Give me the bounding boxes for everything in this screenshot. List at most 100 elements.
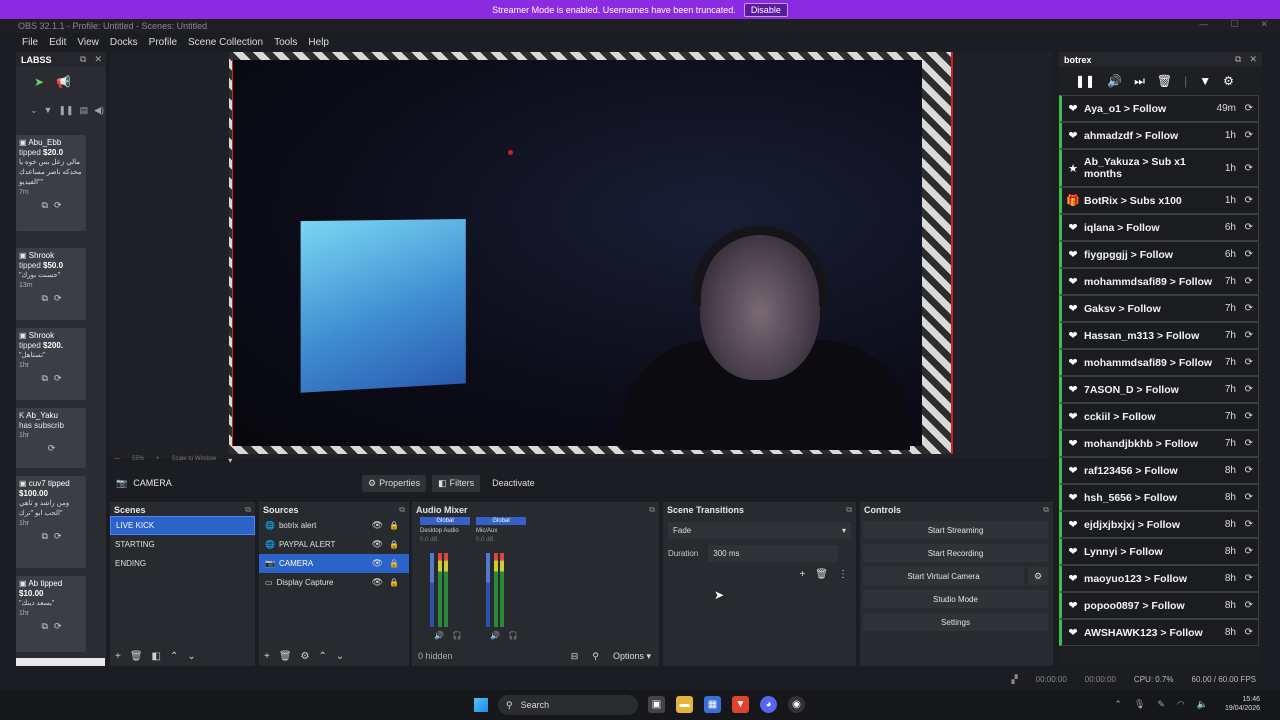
event-row[interactable]: ❤ Aya_o1 > Follow 49m ⟳: [1059, 95, 1259, 122]
event-row[interactable]: ❤ Hassan_m313 > Follow 7h ⟳: [1059, 322, 1259, 349]
replay-icon[interactable]: ⟳: [1245, 573, 1253, 584]
copy-icon[interactable]: ⧉: [42, 373, 48, 383]
menu-scene-collection[interactable]: Scene Collection: [188, 37, 263, 48]
close-dock-icon[interactable]: ✕: [1249, 54, 1257, 65]
replay-icon[interactable]: ⟳: [1245, 384, 1253, 395]
menu-edit[interactable]: Edit: [49, 37, 66, 48]
event-row[interactable]: ❤ iqlana > Follow 6h ⟳: [1059, 214, 1259, 241]
trash-icon[interactable]: 🗑: [1157, 74, 1172, 88]
event-row[interactable]: ❤ mohammdsafi89 > Follow 7h ⟳: [1059, 268, 1259, 295]
event-row[interactable]: ❤ hsh_5656 > Follow 8h ⟳: [1059, 484, 1259, 511]
scene-ending[interactable]: ENDING: [110, 554, 255, 573]
float-icon[interactable]: ⧉: [649, 505, 655, 515]
eye-icon[interactable]: 👁: [372, 520, 383, 531]
replay-icon[interactable]: ⟳: [1245, 438, 1253, 449]
event-row[interactable]: ❤ ejdjxjbxjxj > Follow 8h ⟳: [1059, 511, 1259, 538]
event-row[interactable]: ★ Ab_Yakuza > Sub x1 months 1h ⟳: [1059, 149, 1259, 187]
taskbar-search[interactable]: ⚲ Search: [498, 695, 638, 715]
event-row[interactable]: ❤ mohammdsafi89 > Follow 7h ⟳: [1059, 349, 1259, 376]
volume-icon[interactable]: ◀): [94, 105, 104, 116]
gear-icon[interactable]: ⚙: [301, 651, 310, 662]
add-icon[interactable]: +: [799, 569, 805, 580]
float-icon[interactable]: ⧉: [846, 505, 852, 515]
skip-icon[interactable]: ⏭: [1134, 74, 1145, 89]
disable-streamer-mode-button[interactable]: Disable: [743, 2, 788, 17]
zoom-in-icon[interactable]: +: [156, 456, 160, 465]
volume-icon[interactable]: 🔊: [1107, 74, 1122, 88]
replay-icon[interactable]: ⟳: [54, 621, 62, 631]
replay-icon[interactable]: ⟳: [1245, 330, 1253, 341]
replay-icon[interactable]: ⟳: [1245, 103, 1253, 114]
menu-tools[interactable]: Tools: [274, 37, 297, 48]
speaker-icon[interactable]: 🔈: [1197, 699, 1208, 710]
float-icon[interactable]: ⧉: [1043, 505, 1049, 515]
store-icon[interactable]: ▦: [704, 696, 721, 713]
replay-icon[interactable]: ⟳: [1245, 411, 1253, 422]
wifi-icon[interactable]: ◠: [1177, 699, 1185, 710]
headphone-icon[interactable]: 🎧: [508, 631, 518, 640]
volume-fader[interactable]: [430, 553, 434, 627]
event-row[interactable]: ❤ ahmadzdf > Follow 1h ⟳: [1059, 122, 1259, 149]
replay-icon[interactable]: ⟳: [1245, 600, 1253, 611]
scene-live-kick[interactable]: LIVE KICK: [110, 516, 255, 535]
event-row[interactable]: ❤ mohandjbkhb > Follow 7h ⟳: [1059, 430, 1259, 457]
gear-icon[interactable]: ⚙: [1223, 74, 1234, 88]
mute-icon[interactable]: 🔊: [490, 631, 500, 640]
menu-profile[interactable]: Profile: [149, 37, 177, 48]
trash-icon[interactable]: 🗑: [815, 569, 828, 580]
volume-fader[interactable]: [486, 553, 490, 627]
close-icon[interactable]: ✕: [1260, 19, 1268, 30]
replay-icon[interactable]: ⟳: [54, 293, 62, 303]
more-icon[interactable]: ⋮: [838, 569, 848, 580]
replay-icon[interactable]: ⟳: [1245, 546, 1253, 557]
add-icon[interactable]: +: [264, 651, 270, 662]
replay-icon[interactable]: ⟳: [1245, 465, 1253, 476]
mute-icon[interactable]: 🔊: [434, 631, 444, 640]
studio-mode-button[interactable]: Studio Mode: [863, 590, 1048, 608]
float-icon[interactable]: ⧉: [1235, 54, 1241, 65]
event-row[interactable]: ❤ cckiil > Follow 7h ⟳: [1059, 403, 1259, 430]
copy-icon[interactable]: ⧉: [42, 293, 48, 303]
event-row[interactable]: ❤ maoyuo123 > Follow 8h ⟳: [1059, 565, 1259, 592]
replay-icon[interactable]: ⟳: [48, 443, 56, 453]
taskbar-clock[interactable]: 15:46 19/04/2026: [1225, 695, 1260, 713]
event-row[interactable]: ❤ Lynnyi > Follow 8h ⟳: [1059, 538, 1259, 565]
link-icon[interactable]: ⚲: [592, 651, 599, 662]
source-display-capture[interactable]: ▭ Display Capture 👁 🔒: [259, 573, 409, 592]
arrow-up-icon[interactable]: ⌃: [319, 651, 327, 662]
trash-icon[interactable]: 🗑: [130, 651, 143, 662]
trash-icon[interactable]: 🗑: [279, 651, 292, 662]
eye-icon[interactable]: 👁: [372, 577, 383, 588]
event-row[interactable]: ❤ popoo0897 > Follow 8h ⟳: [1059, 592, 1259, 619]
transition-select[interactable]: Fade ▾: [668, 522, 851, 539]
mic-icon[interactable]: 🎙: [1134, 699, 1145, 710]
lock-icon[interactable]: 🔒: [389, 559, 399, 568]
event-row[interactable]: ❤ raf123456 > Follow 8h ⟳: [1059, 457, 1259, 484]
arrow-down-icon[interactable]: ⌄: [187, 651, 195, 662]
replay-icon[interactable]: ⟳: [1245, 222, 1253, 233]
windows-start-icon[interactable]: [474, 698, 488, 712]
event-row[interactable]: ❤ Gaksv > Follow 7h ⟳: [1059, 295, 1259, 322]
replay-icon[interactable]: ⟳: [1245, 492, 1253, 503]
headphone-icon[interactable]: 🎧: [452, 631, 462, 640]
source-paypal-alert[interactable]: 🌐 PAYPAL ALERT 👁 🔒: [259, 535, 409, 554]
copy-icon[interactable]: ⧉: [42, 621, 48, 631]
chevron-down-icon[interactable]: ▾: [228, 456, 232, 465]
pen-icon[interactable]: ✎: [1157, 699, 1165, 710]
lock-icon[interactable]: 🔒: [389, 521, 399, 530]
replay-icon[interactable]: ⟳: [1245, 130, 1253, 141]
replay-icon[interactable]: ⟳: [1245, 357, 1253, 368]
source-camera[interactable]: 📷 CAMERA 👁 🔒: [259, 554, 409, 573]
scene-starting[interactable]: STARTING: [110, 535, 255, 554]
source-botrix-alert[interactable]: 🌐 botrix alert 👁 🔒: [259, 516, 409, 535]
chevron-up-icon[interactable]: ⌃: [1114, 699, 1122, 710]
event-row[interactable]: 🎁 BotRix > Subs x100 1h ⟳: [1059, 187, 1259, 214]
deactivate-button[interactable]: Deactivate: [486, 475, 541, 492]
replay-icon[interactable]: ⟳: [54, 200, 62, 210]
eye-icon[interactable]: 👁: [372, 539, 383, 550]
options-button[interactable]: Options ▾: [613, 651, 651, 662]
add-icon[interactable]: +: [115, 651, 121, 662]
task-view-icon[interactable]: ▣: [648, 696, 665, 713]
replay-icon[interactable]: ⟳: [1245, 249, 1253, 260]
close-dock-icon[interactable]: ✕: [94, 54, 102, 65]
